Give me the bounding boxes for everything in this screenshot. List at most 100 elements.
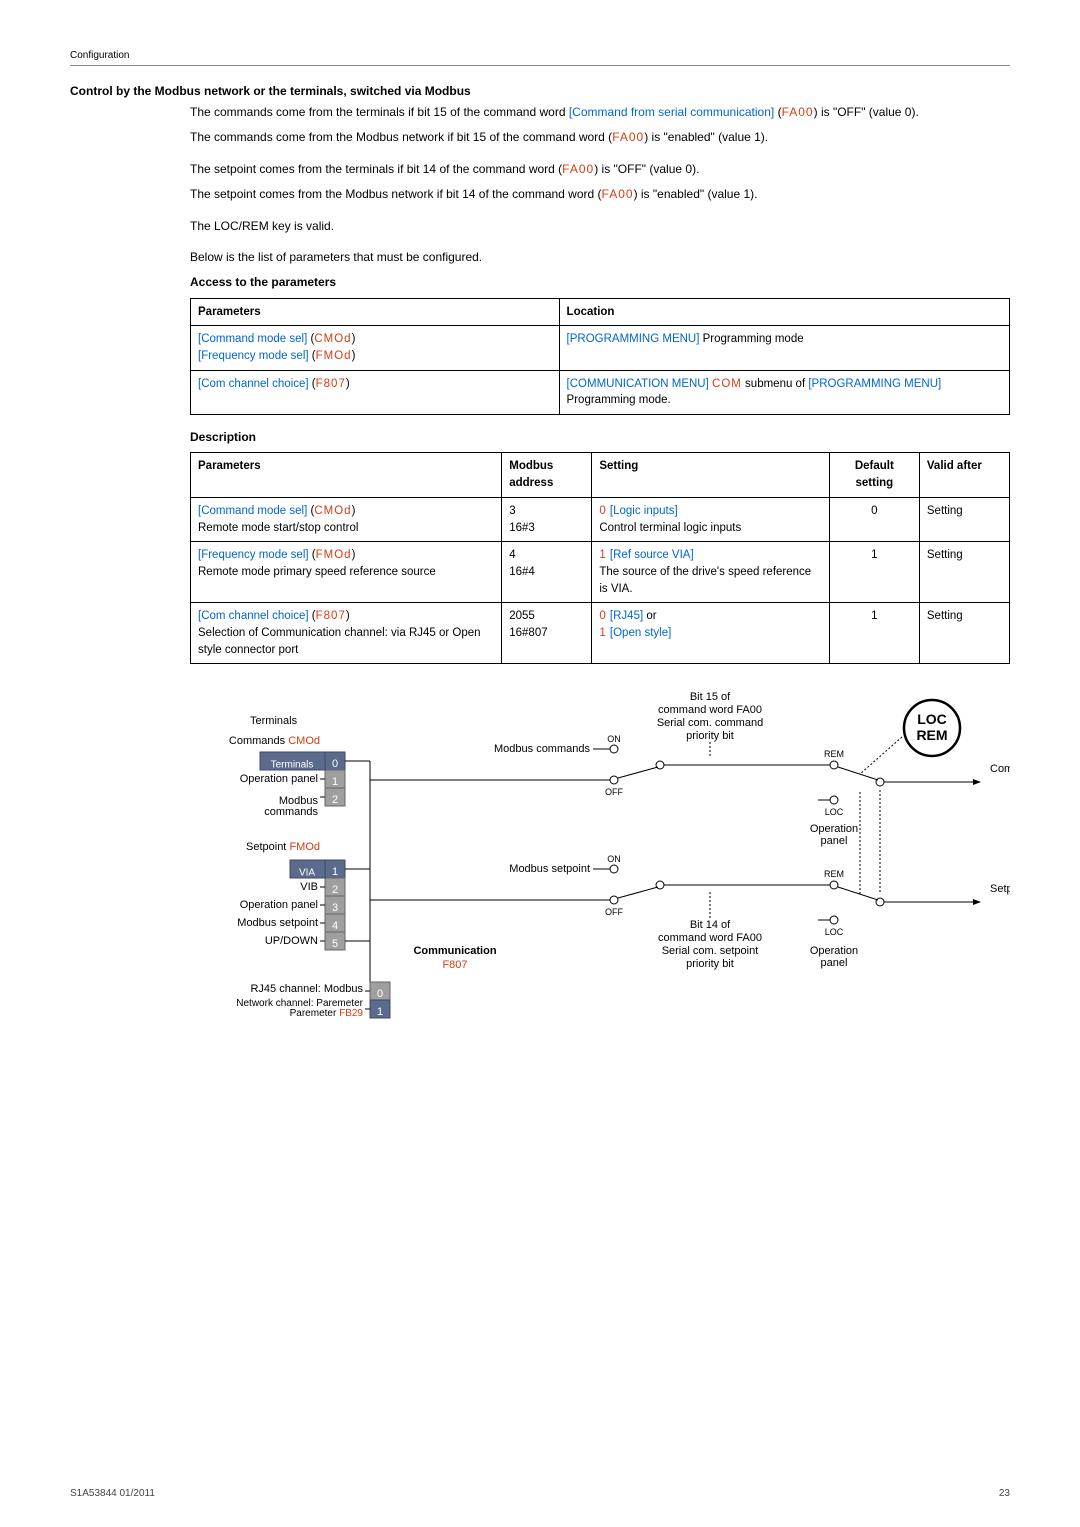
- code: FMOd: [316, 549, 352, 561]
- commands-selector: 0 1 2 Terminals Operation panel Modbusco…: [240, 752, 345, 818]
- txt: 16#807: [509, 627, 547, 639]
- txt: 3: [509, 505, 515, 517]
- svg-text:RJ45 channel: Modbus: RJ45 channel: Modbus: [250, 983, 363, 995]
- link: [PROGRAMMING MENU]: [567, 333, 700, 345]
- link: [Ref source VIA]: [610, 549, 694, 561]
- code: CMOd: [314, 505, 351, 517]
- code: F807: [316, 610, 346, 622]
- code: F807: [316, 378, 346, 390]
- svg-text:Serial com. command: Serial com. command: [657, 717, 763, 729]
- svg-text:command word FA00: command word FA00: [658, 704, 762, 716]
- txt: is "OFF" (value 0).: [818, 105, 919, 119]
- link: [Frequency mode sel]: [198, 350, 309, 362]
- running-header: Configuration: [70, 50, 1010, 66]
- code: FMOd: [316, 350, 352, 362]
- svg-text:priority bit: priority bit: [686, 958, 734, 970]
- svg-text:Operation panel: Operation panel: [240, 899, 318, 911]
- footer-page: 23: [999, 1488, 1010, 1499]
- txt: The setpoint comes from the terminals if…: [190, 162, 562, 176]
- svg-text:1: 1: [332, 866, 338, 878]
- svg-text:Bit 14 of: Bit 14 of: [690, 919, 731, 931]
- code: 0: [599, 610, 606, 622]
- svg-text:Modbus setpoint: Modbus setpoint: [237, 917, 318, 929]
- th: Parameters: [191, 453, 502, 497]
- txt: Programming mode: [699, 333, 803, 345]
- svg-text:Communication: Communication: [413, 945, 496, 957]
- link: [Command mode sel]: [198, 505, 307, 517]
- link: [Frequency mode sel]: [198, 549, 309, 561]
- svg-text:Setpoint: Setpoint: [990, 883, 1010, 895]
- code: FA00: [562, 162, 594, 176]
- txt: 16#3: [509, 522, 535, 534]
- comm-selector: 0 1 RJ45 channel: Modbus Network channel…: [236, 982, 390, 1019]
- page-title: Control by the Modbus network or the ter…: [70, 84, 1010, 98]
- txt: 16#4: [509, 566, 535, 578]
- svg-text:Setpoint FMOd: Setpoint FMOd: [246, 841, 320, 853]
- desc-title: Description: [190, 429, 1010, 446]
- setpoint-selector: 1 2 3 4 5 VIA VIB Operation panel Modbus…: [237, 860, 345, 950]
- th: Setting: [592, 453, 830, 497]
- txt: 4: [509, 549, 515, 561]
- th: Modbus address: [502, 453, 592, 497]
- code: FA00: [612, 130, 644, 144]
- svg-text:command word FA00: command word FA00: [658, 932, 762, 944]
- svg-text:REM: REM: [824, 749, 844, 759]
- footer-left: S1A53844 01/2011: [70, 1488, 155, 1499]
- svg-text:OFF: OFF: [605, 787, 623, 797]
- code: FA00: [782, 105, 814, 119]
- svg-text:Operation panel: Operation panel: [240, 773, 318, 785]
- page-footer: S1A53844 01/2011 23: [70, 1488, 1010, 1499]
- desc-table: Parameters Modbus address Setting Defaul…: [190, 452, 1010, 664]
- txt: Selection of Communication channel: via …: [198, 627, 481, 656]
- txt: 1: [829, 603, 919, 664]
- th: Default setting: [829, 453, 919, 497]
- svg-text:0: 0: [332, 758, 338, 770]
- txt: The commands come from the terminals if …: [190, 105, 569, 119]
- txt: 0: [829, 497, 919, 541]
- th: Valid after: [919, 453, 1009, 497]
- th: Location: [559, 298, 1009, 326]
- txt: Remote mode start/stop control: [198, 522, 358, 534]
- svg-text:REM: REM: [916, 727, 947, 743]
- link: [RJ45]: [610, 610, 643, 622]
- txt: ) is "enabled" (value 1).: [644, 130, 768, 144]
- svg-text:Serial com. setpoint: Serial com. setpoint: [662, 945, 759, 957]
- code: FA00: [602, 187, 634, 201]
- svg-text:LOC: LOC: [825, 807, 844, 817]
- txt: Setting: [919, 603, 1009, 664]
- txt: The commands come from the Modbus networ…: [190, 130, 612, 144]
- code: CMOd: [314, 333, 351, 345]
- svg-text:UP/DOWN: UP/DOWN: [265, 935, 318, 947]
- txt: 2055: [509, 610, 535, 622]
- txt: Setting: [919, 497, 1009, 541]
- svg-text:OFF: OFF: [605, 907, 623, 917]
- svg-text:F807: F807: [442, 959, 467, 971]
- code: 1: [599, 627, 606, 639]
- txt: The LOC/REM key is valid.: [190, 218, 1010, 235]
- svg-text:Operationpanel: Operationpanel: [810, 823, 858, 847]
- svg-text:Modbuscommands: Modbuscommands: [264, 795, 318, 818]
- cmd-link: [Command from serial communication]: [569, 105, 774, 119]
- txt: ) is "enabled" (value 1).: [634, 187, 758, 201]
- svg-text:0: 0: [377, 988, 383, 1000]
- link: [Com channel choice]: [198, 378, 309, 390]
- link: [Com channel choice]: [198, 610, 309, 622]
- routing-diagram: Terminals Commands CMOd 0 1 2 Terminals …: [190, 682, 1010, 1155]
- txt: Below is the list of parameters that mus…: [190, 249, 1010, 266]
- code: 1: [599, 549, 606, 561]
- svg-text:4: 4: [332, 920, 338, 932]
- link: [Command mode sel]: [198, 333, 307, 345]
- txt: Setting: [919, 542, 1009, 603]
- svg-text:5: 5: [332, 938, 338, 950]
- svg-text:LOC: LOC: [917, 711, 947, 727]
- svg-text:1: 1: [377, 1006, 383, 1018]
- terminals-label: Terminals: [250, 715, 298, 727]
- intro-block: The commands come from the terminals if …: [190, 104, 1010, 664]
- txt: Remote mode primary speed reference sour…: [198, 566, 436, 578]
- svg-text:Operationpanel: Operationpanel: [810, 945, 858, 969]
- svg-text:1: 1: [332, 776, 338, 788]
- svg-text:VIA: VIA: [299, 868, 315, 879]
- txt: or: [643, 610, 656, 622]
- svg-text:priority bit: priority bit: [686, 730, 734, 742]
- svg-text:REM: REM: [824, 869, 844, 879]
